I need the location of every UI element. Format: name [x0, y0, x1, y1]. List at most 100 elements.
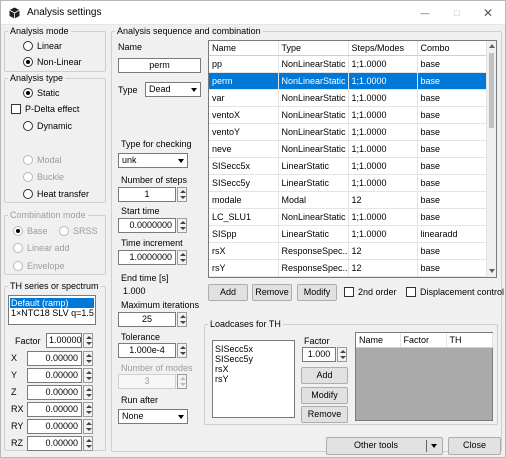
table-add-button[interactable]: Add	[208, 284, 248, 301]
displacement-control-checkbox[interactable]	[406, 287, 416, 297]
tolerance-input[interactable]: 1.000e-4	[118, 343, 176, 358]
table-row[interactable]: rsX ResponseSpec... 12 base	[209, 242, 487, 260]
loadcase-item[interactable]: rsY	[215, 374, 229, 384]
th-axis-spinner[interactable]	[83, 385, 93, 400]
table-row[interactable]: modale Modal 12 base	[209, 191, 487, 209]
th-factor-input[interactable]: 1.00000	[46, 333, 82, 348]
chevron-down-icon[interactable]	[431, 444, 437, 448]
type-select[interactable]: Dead	[145, 82, 201, 97]
table-cell: base	[417, 140, 487, 158]
th-axis-input[interactable]: 0.00000	[27, 419, 82, 434]
other-tools-button[interactable]: Other tools	[326, 437, 443, 455]
lc-factor-input[interactable]: 1.000	[302, 347, 336, 362]
loadcase-item[interactable]: rsX	[215, 364, 229, 374]
time-increment-spinner[interactable]	[177, 250, 187, 265]
th-axis-spinner[interactable]	[83, 368, 93, 383]
th-axis-input[interactable]: 0.00000	[27, 351, 82, 366]
steps-input[interactable]: 1	[118, 187, 176, 202]
table-cell: SISecc5y	[209, 174, 279, 192]
start-time-spinner[interactable]	[177, 218, 187, 233]
modes-spinner	[177, 374, 187, 389]
dynamic-label: Dynamic	[37, 121, 73, 131]
loadcase-item[interactable]: SISecc5y	[215, 354, 253, 364]
th-axis-spinner[interactable]	[83, 436, 93, 451]
table-row[interactable]: SLU1LinearStatic1;1.0000linearadd	[209, 276, 487, 277]
steps-spinner[interactable]	[177, 187, 187, 202]
table-header[interactable]: Combo	[417, 41, 487, 56]
scroll-thumb[interactable]	[489, 53, 494, 128]
run-after-label: Run after	[121, 395, 159, 405]
table-scrollbar[interactable]	[486, 41, 496, 277]
table-row[interactable]: var NonLinearStatic 1;1.0000 base	[209, 89, 487, 107]
run-after-select[interactable]: None	[118, 409, 188, 424]
second-order-checkbox[interactable]	[344, 287, 354, 297]
lc-add-button[interactable]: Add	[301, 367, 348, 384]
linear-radio[interactable]	[23, 41, 33, 51]
close-button[interactable]: Close	[448, 437, 501, 455]
table-cell: ResponseSpec...	[278, 259, 349, 277]
th-axis-spinner[interactable]	[83, 419, 93, 434]
table-cell: 1;1.0000	[348, 106, 418, 124]
base-label: Base	[27, 226, 48, 236]
th-axis-label: X	[11, 353, 18, 363]
close-icon[interactable]: ✕	[477, 4, 499, 22]
loadcase-item[interactable]: SISecc5x	[215, 344, 253, 354]
name-input[interactable]: perm	[118, 58, 201, 73]
table-modify-button[interactable]: Modify	[297, 284, 337, 301]
th-axis-input[interactable]: 0.00000	[27, 436, 82, 451]
time-increment-input[interactable]: 1.0000000	[118, 250, 176, 265]
max-iterations-spinner[interactable]	[177, 312, 187, 327]
scroll-up-icon[interactable]	[489, 44, 495, 48]
th-axis-input[interactable]: 0.00000	[27, 402, 82, 417]
th-series-item[interactable]: 1×NTC18 SLV q=1.5	[11, 308, 94, 318]
table-row[interactable]: SISpp LinearStatic 1;1.0000 linearadd	[209, 225, 487, 243]
table-row[interactable]: neve NonLinearStatic 1;1.0000 base	[209, 140, 487, 158]
th-axis-input[interactable]: 0.00000	[27, 385, 82, 400]
table-cell: LinearStatic	[278, 225, 349, 243]
analysis-table[interactable]: Name Type Steps/Modes Combo pp NonLinearStat…	[208, 40, 497, 278]
heat-transfer-radio[interactable]	[23, 189, 33, 199]
table-row[interactable]: ventoY NonLinearStatic 1;1.0000 base	[209, 123, 487, 141]
table-row[interactable]: perm NonLinearStatic 1;1.0000 base	[209, 72, 487, 90]
table-cell: 12	[348, 191, 418, 209]
dynamic-radio[interactable]	[23, 121, 33, 131]
max-iterations-input[interactable]: 25	[118, 312, 176, 327]
minimize-icon[interactable]: —	[414, 4, 436, 22]
th-factor-spinner[interactable]	[83, 333, 93, 348]
th-axis-input[interactable]: 0.00000	[27, 368, 82, 383]
th-series-item[interactable]: Default (ramp)	[10, 298, 94, 308]
table-cell: 1;1.0000	[348, 140, 418, 158]
th-axis-spinner[interactable]	[83, 351, 93, 366]
table-row[interactable]: SISecc5y LinearStatic 1;1.0000 base	[209, 174, 487, 192]
table-row[interactable]: rsY ResponseSpec... 12 base	[209, 259, 487, 277]
table-remove-button[interactable]: Remove	[252, 284, 292, 301]
loadcases-list[interactable]: SISecc5x SISecc5y rsX rsY	[212, 340, 295, 418]
static-radio[interactable]	[23, 88, 33, 98]
table-row[interactable]: ventoX NonLinearStatic 1;1.0000 base	[209, 106, 487, 124]
lc-modify-button[interactable]: Modify	[301, 387, 348, 404]
split-divider	[426, 440, 427, 452]
pdelta-checkbox[interactable]	[11, 104, 21, 114]
start-time-input[interactable]: 0.0000000	[118, 218, 176, 233]
scroll-down-icon[interactable]	[489, 269, 495, 273]
table-row[interactable]: SISecc5x LinearStatic 1;1.0000 base	[209, 157, 487, 175]
table-header[interactable]: Type	[278, 41, 349, 56]
lc-table-header[interactable]: Name	[356, 333, 401, 348]
lc-table-header[interactable]: TH	[446, 333, 493, 348]
table-cell: 12	[348, 259, 418, 277]
table-header[interactable]: Name	[209, 41, 279, 56]
non-linear-radio[interactable]	[23, 57, 33, 67]
type-checking-select[interactable]: unk	[118, 153, 188, 168]
lc-remove-button[interactable]: Remove	[301, 406, 348, 423]
analysis-mode-legend: Analysis mode	[10, 26, 69, 36]
table-header[interactable]: Steps/Modes	[348, 41, 418, 56]
lc-th-table[interactable]: Name Factor TH	[355, 332, 493, 421]
table-row[interactable]: LC_SLU1 NonLinearStatic 1;1.0000 base	[209, 208, 487, 226]
th-series-list[interactable]: Default (ramp) 1×NTC18 SLV q=1.5	[8, 295, 96, 325]
table-row[interactable]: pp NonLinearStatic 1;1.0000 base	[209, 55, 487, 73]
th-axis-spinner[interactable]	[83, 402, 93, 417]
tolerance-spinner[interactable]	[177, 343, 187, 358]
lc-table-header[interactable]: Factor	[400, 333, 447, 348]
lc-factor-label: Factor	[304, 336, 330, 346]
lc-factor-spinner[interactable]	[337, 347, 347, 362]
